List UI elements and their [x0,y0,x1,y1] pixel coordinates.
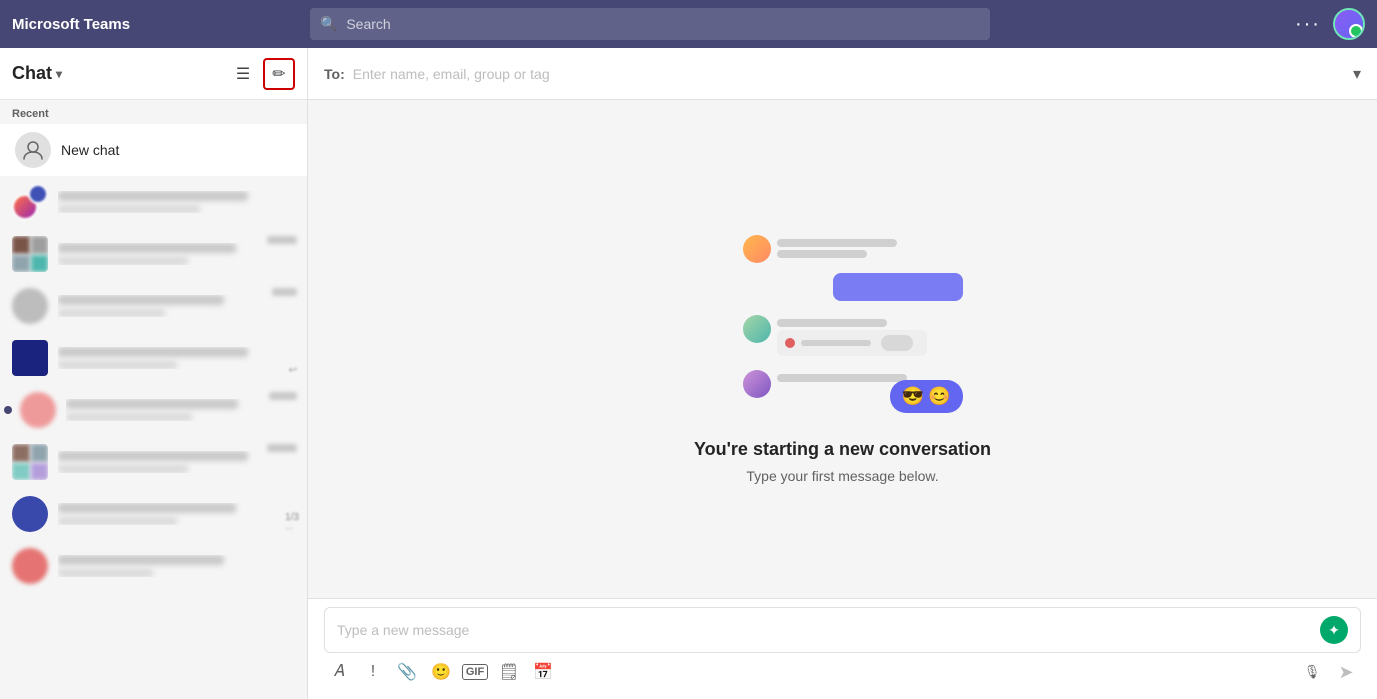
filter-button[interactable]: ☰ [227,58,259,90]
chat-title-label: Chat [12,63,52,84]
recent-section-label: Recent [0,100,307,124]
chat-item[interactable] [0,540,307,592]
urgent-button[interactable]: ! [358,657,388,687]
to-expand-icon[interactable]: ▾ [1353,64,1361,84]
gif-icon: GIF [462,664,488,680]
compose-input-row: ✦ [324,607,1361,653]
emoji-icon: 🙂 [431,662,451,682]
user-avatar[interactable] [1333,8,1365,40]
sticker-button[interactable]: 🗒 [494,657,524,687]
copilot-icon: ✦ [1328,622,1340,639]
toolbar-right: 🎙 ➤ [1297,657,1361,687]
emoji-button[interactable]: 🙂 [426,657,456,687]
top-bar: Microsoft Teams 🔍 ··· [0,0,1377,48]
schedule-button[interactable]: 📅 [528,657,558,687]
chat-item-content [66,399,295,421]
new-chat-label: New chat [61,142,119,158]
format-icon: 𝐴 [334,663,345,681]
unread-dot [4,406,12,414]
audio-button[interactable]: 🎙 [1297,657,1327,687]
chat-item-content [58,243,295,265]
filter-icon: ☰ [236,64,250,84]
new-chat-illustration: 😎 😊 [713,215,973,415]
search-icon: 🔍 [320,16,337,33]
chat-item[interactable]: 1/3··· [0,488,307,540]
sidebar: Chat ▾ ☰ ✏ Recent New chat [0,48,308,699]
compose-toolbar: 𝐴 ! 📎 🙂 GIF 🗒 📅 [324,653,1361,691]
urgent-icon: ! [371,663,375,681]
sidebar-actions: ☰ ✏ [227,58,295,90]
to-input[interactable] [353,66,1345,82]
compose-area: ✦ 𝐴 ! 📎 🙂 GIF � [308,598,1377,699]
compose-button[interactable]: ✏ [263,58,295,90]
compose-input[interactable] [337,622,1312,638]
right-panel: To: ▾ [308,48,1377,699]
emoji-heart-eyes: 😊 [928,386,950,407]
copilot-button[interactable]: ✦ [1320,616,1348,644]
send-button[interactable]: ➤ [1331,657,1361,687]
attach-button[interactable]: 📎 [392,657,422,687]
sidebar-header: Chat ▾ ☰ ✏ [0,48,307,100]
new-chat-item[interactable]: New chat [0,124,307,176]
emoji-cool: 😎 [902,386,924,407]
main-layout: Chat ▾ ☰ ✏ Recent New chat [0,48,1377,699]
chat-item-content [58,295,295,317]
chat-item-content [58,503,295,525]
chat-item-content [58,347,295,369]
chat-item-content [58,191,295,213]
chat-item-content [58,451,295,473]
chat-item[interactable] [0,280,307,332]
chat-item[interactable] [0,176,307,228]
format-button[interactable]: 𝐴 [324,657,354,687]
app-title: Microsoft Teams [12,16,152,33]
new-chat-avatar [15,132,51,168]
chat-title-button[interactable]: Chat ▾ [12,63,227,84]
search-input[interactable] [310,8,990,40]
chat-item[interactable] [0,384,307,436]
chat-item[interactable] [0,228,307,280]
more-options-button[interactable]: ··· [1295,13,1321,36]
conversation-heading: You're starting a new conversation [694,439,991,460]
attach-icon: 📎 [397,662,417,682]
chat-list: ↩ [0,176,307,699]
schedule-icon: 📅 [533,662,553,682]
conversation-subtext: Type your first message below. [746,468,938,484]
gif-button[interactable]: GIF [460,657,490,687]
sticker-icon: 🗒 [499,662,519,682]
chat-item[interactable]: ↩ [0,332,307,384]
to-bar: To: ▾ [308,48,1377,100]
compose-icon: ✏ [272,64,285,84]
top-bar-right: ··· [1295,8,1365,40]
audio-icon: 🎙 [1304,664,1321,680]
send-icon: ➤ [1338,662,1353,683]
conversation-area: 😎 😊 You're starting a new conversation T… [308,100,1377,598]
chat-item-content [58,555,295,577]
chat-dropdown-icon: ▾ [56,67,62,81]
chat-item[interactable] [0,436,307,488]
to-label: To: [324,66,345,82]
search-bar: 🔍 [310,8,990,40]
